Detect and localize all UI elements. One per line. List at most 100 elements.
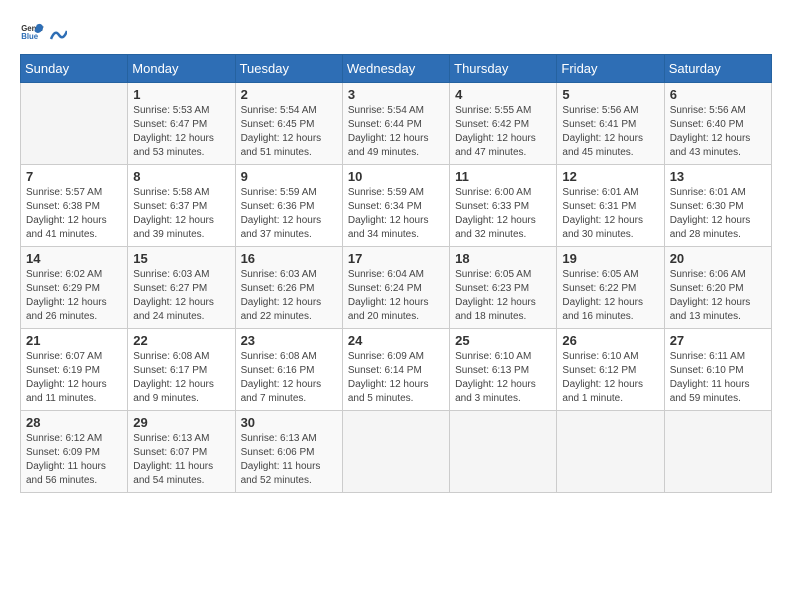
week-row-2: 7 Sunrise: 5:57 AM Sunset: 6:38 PM Daylig… [21,165,772,247]
header-sunday: Sunday [21,55,128,83]
cell-info: Sunrise: 5:55 AM Sunset: 6:42 PM Dayligh… [455,104,551,160]
logo: General Blue [20,20,68,44]
day-number: 29 [133,415,229,430]
cell-info: Sunrise: 6:03 AM Sunset: 6:27 PM Dayligh… [133,268,229,324]
cell-info: Sunrise: 5:54 AM Sunset: 6:45 PM Dayligh… [241,104,337,160]
header-friday: Friday [557,55,664,83]
cell-info: Sunrise: 6:01 AM Sunset: 6:31 PM Dayligh… [562,186,658,242]
cell-info: Sunrise: 5:54 AM Sunset: 6:44 PM Dayligh… [348,104,444,160]
header-wednesday: Wednesday [342,55,449,83]
calendar-cell: 10 Sunrise: 5:59 AM Sunset: 6:34 PM Dayli… [342,165,449,247]
day-number: 19 [562,251,658,266]
calendar-cell [342,411,449,493]
calendar-cell: 1 Sunrise: 5:53 AM Sunset: 6:47 PM Daylig… [128,83,235,165]
cell-info: Sunrise: 6:02 AM Sunset: 6:29 PM Dayligh… [26,268,122,324]
calendar-cell: 8Sunrise: 5:58 AM Sunset: 6:37 PM Daylig… [128,165,235,247]
calendar-cell: 11 Sunrise: 6:00 AM Sunset: 6:33 PM Dayli… [450,165,557,247]
day-number: 27 [670,333,766,348]
cell-info: Sunrise: 6:08 AM Sunset: 6:16 PM Dayligh… [241,350,337,406]
cell-info: Sunrise: 6:00 AM Sunset: 6:33 PM Dayligh… [455,186,551,242]
calendar-cell: 28 Sunrise: 6:12 AM Sunset: 6:09 PM Dayli… [21,411,128,493]
svg-text:Blue: Blue [21,32,39,41]
cell-info: Sunrise: 5:53 AM Sunset: 6:47 PM Dayligh… [133,104,229,160]
calendar-cell: 14Sunrise: 6:02 AM Sunset: 6:29 PM Dayli… [21,247,128,329]
calendar-cell: 2 Sunrise: 5:54 AM Sunset: 6:45 PM Daylig… [235,83,342,165]
calendar-cell: 22Sunrise: 6:08 AM Sunset: 6:17 PM Dayli… [128,329,235,411]
day-number: 17 [348,251,444,266]
day-number: 4 [455,87,551,102]
calendar-cell: 25 Sunrise: 6:10 AM Sunset: 6:13 PM Dayli… [450,329,557,411]
calendar-cell: 24 Sunrise: 6:09 AM Sunset: 6:14 PM Dayli… [342,329,449,411]
calendar-cell: 12 Sunrise: 6:01 AM Sunset: 6:31 PM Dayli… [557,165,664,247]
calendar-cell: 29 Sunrise: 6:13 AM Sunset: 6:07 PM Dayli… [128,411,235,493]
calendar-cell: 18 Sunrise: 6:05 AM Sunset: 6:23 PM Dayli… [450,247,557,329]
cell-info: Sunrise: 6:05 AM Sunset: 6:22 PM Dayligh… [562,268,658,324]
cell-info: Sunrise: 6:09 AM Sunset: 6:14 PM Dayligh… [348,350,444,406]
calendar-cell [557,411,664,493]
day-number: 24 [348,333,444,348]
calendar-cell: 5 Sunrise: 5:56 AM Sunset: 6:41 PM Daylig… [557,83,664,165]
header-tuesday: Tuesday [235,55,342,83]
day-number: 20 [670,251,766,266]
calendar-cell [664,411,771,493]
cell-info: Sunrise: 6:11 AM Sunset: 6:10 PM Dayligh… [670,350,766,406]
calendar-cell: 6 Sunrise: 5:56 AM Sunset: 6:40 PM Daylig… [664,83,771,165]
cell-info: Sunrise: 5:59 AM Sunset: 6:34 PM Dayligh… [348,186,444,242]
cell-info: Sunrise: 6:10 AM Sunset: 6:12 PM Dayligh… [562,350,658,406]
cell-info: Sunrise: 6:01 AM Sunset: 6:30 PM Dayligh… [670,186,766,242]
cell-info: Sunrise: 5:56 AM Sunset: 6:41 PM Dayligh… [562,104,658,160]
cell-info: Sunrise: 6:10 AM Sunset: 6:13 PM Dayligh… [455,350,551,406]
cell-info: Sunrise: 6:12 AM Sunset: 6:09 PM Dayligh… [26,432,122,488]
calendar-cell: 16 Sunrise: 6:03 AM Sunset: 6:26 PM Dayli… [235,247,342,329]
calendar-cell: 26 Sunrise: 6:10 AM Sunset: 6:12 PM Dayli… [557,329,664,411]
day-number: 22 [133,333,229,348]
calendar-cell: 3Sunrise: 5:54 AM Sunset: 6:44 PM Daylig… [342,83,449,165]
cell-info: Sunrise: 6:05 AM Sunset: 6:23 PM Dayligh… [455,268,551,324]
calendar-header-row: SundayMondayTuesdayWednesdayThursdayFrid… [21,55,772,83]
cell-info: Sunrise: 5:56 AM Sunset: 6:40 PM Dayligh… [670,104,766,160]
calendar-cell: 20 Sunrise: 6:06 AM Sunset: 6:20 PM Dayli… [664,247,771,329]
logo-icon: General Blue [20,20,44,44]
cell-info: Sunrise: 6:13 AM Sunset: 6:07 PM Dayligh… [133,432,229,488]
week-row-4: 21Sunrise: 6:07 AM Sunset: 6:19 PM Dayli… [21,329,772,411]
day-number: 5 [562,87,658,102]
cell-info: Sunrise: 6:13 AM Sunset: 6:06 PM Dayligh… [241,432,337,488]
day-number: 1 [133,87,229,102]
day-number: 18 [455,251,551,266]
calendar-cell: 19 Sunrise: 6:05 AM Sunset: 6:22 PM Dayli… [557,247,664,329]
cell-info: Sunrise: 5:57 AM Sunset: 6:38 PM Dayligh… [26,186,122,242]
day-number: 12 [562,169,658,184]
header: General Blue [20,20,772,44]
header-thursday: Thursday [450,55,557,83]
calendar-cell: 4 Sunrise: 5:55 AM Sunset: 6:42 PM Daylig… [450,83,557,165]
calendar-cell: 30Sunrise: 6:13 AM Sunset: 6:06 PM Dayli… [235,411,342,493]
calendar-cell: 15 Sunrise: 6:03 AM Sunset: 6:27 PM Dayli… [128,247,235,329]
day-number: 9 [241,169,337,184]
day-number: 11 [455,169,551,184]
calendar-cell: 7 Sunrise: 5:57 AM Sunset: 6:38 PM Daylig… [21,165,128,247]
day-number: 21 [26,333,122,348]
day-number: 16 [241,251,337,266]
day-number: 6 [670,87,766,102]
day-number: 25 [455,333,551,348]
day-number: 15 [133,251,229,266]
calendar-cell: 13 Sunrise: 6:01 AM Sunset: 6:30 PM Dayli… [664,165,771,247]
cell-info: Sunrise: 6:03 AM Sunset: 6:26 PM Dayligh… [241,268,337,324]
calendar-cell: 23 Sunrise: 6:08 AM Sunset: 6:16 PM Dayli… [235,329,342,411]
cell-info: Sunrise: 6:04 AM Sunset: 6:24 PM Dayligh… [348,268,444,324]
header-monday: Monday [128,55,235,83]
day-number: 23 [241,333,337,348]
day-number: 2 [241,87,337,102]
day-number: 28 [26,415,122,430]
day-number: 13 [670,169,766,184]
week-row-1: 1 Sunrise: 5:53 AM Sunset: 6:47 PM Daylig… [21,83,772,165]
day-number: 10 [348,169,444,184]
day-number: 7 [26,169,122,184]
calendar-cell [450,411,557,493]
calendar-cell: 17 Sunrise: 6:04 AM Sunset: 6:24 PM Dayli… [342,247,449,329]
cell-info: Sunrise: 6:06 AM Sunset: 6:20 PM Dayligh… [670,268,766,324]
week-row-5: 28 Sunrise: 6:12 AM Sunset: 6:09 PM Dayli… [21,411,772,493]
day-number: 26 [562,333,658,348]
calendar-table: SundayMondayTuesdayWednesdayThursdayFrid… [20,54,772,493]
header-saturday: Saturday [664,55,771,83]
